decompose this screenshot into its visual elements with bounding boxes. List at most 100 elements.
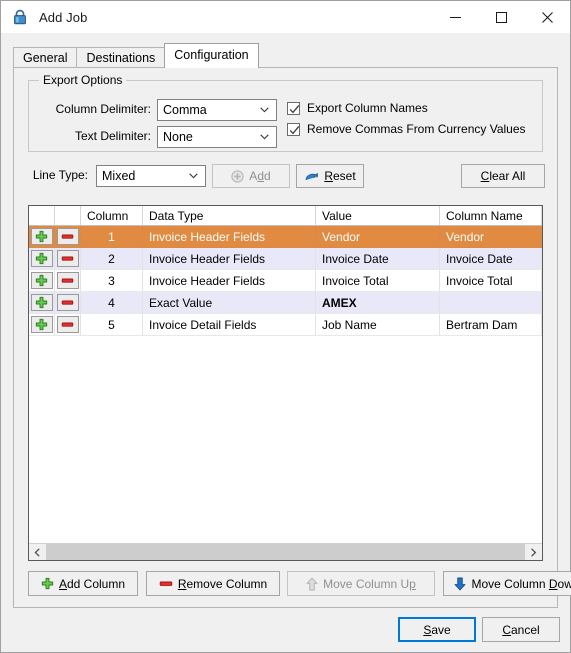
move-column-up-button[interactable]: Move Column Up bbox=[287, 571, 435, 596]
cancel-button[interactable]: Cancel bbox=[482, 617, 560, 642]
export-column-names-checkbox[interactable]: Export Column Names bbox=[287, 101, 428, 115]
cell-value: Job Name bbox=[316, 314, 440, 336]
scroll-left-icon[interactable] bbox=[29, 543, 46, 560]
window-controls bbox=[432, 1, 570, 33]
row-add-button[interactable] bbox=[29, 248, 55, 270]
minus-icon bbox=[56, 294, 79, 311]
scroll-right-icon[interactable] bbox=[525, 543, 542, 560]
remove-column-label: Remove Column bbox=[177, 576, 268, 591]
tab-general[interactable]: General bbox=[13, 47, 78, 68]
cell-column: 2 bbox=[81, 248, 143, 270]
cell-column-name: Invoice Date bbox=[440, 248, 542, 270]
export-options-group: Export Options Column Delimiter: Comma T… bbox=[28, 73, 543, 152]
plus-icon bbox=[30, 228, 53, 245]
row-remove-button[interactable] bbox=[55, 248, 81, 270]
row-add-button[interactable] bbox=[29, 314, 55, 336]
row-add-button[interactable] bbox=[29, 292, 55, 314]
line-type-combo[interactable]: Mixed bbox=[96, 165, 206, 187]
table-row[interactable]: 1 Invoice Header Fields Vendor Vendor bbox=[29, 226, 542, 248]
grid-header-row: Column Data Type Value Column Name bbox=[29, 206, 542, 226]
tab-configuration[interactable]: Configuration bbox=[164, 43, 259, 68]
cell-value: Vendor bbox=[316, 226, 440, 248]
tab-destinations[interactable]: Destinations bbox=[76, 47, 166, 68]
grid-header-add bbox=[29, 206, 55, 225]
reset-button-label: Reset bbox=[324, 169, 356, 183]
cell-column-name bbox=[440, 292, 542, 314]
check-icon bbox=[289, 125, 300, 134]
remove-commas-checkbox[interactable]: Remove Commas From Currency Values bbox=[287, 122, 526, 136]
add-column-label: Add Column bbox=[58, 576, 126, 591]
text-delimiter-combo[interactable]: None bbox=[157, 126, 277, 148]
cell-column: 1 bbox=[81, 226, 143, 248]
column-delimiter-label: Column Delimiter: bbox=[55, 102, 151, 116]
save-button-label: Save bbox=[423, 622, 451, 637]
checkbox-box bbox=[287, 122, 300, 136]
grid-header-data-type[interactable]: Data Type bbox=[143, 206, 316, 225]
move-column-down-button[interactable]: Move Column Down bbox=[443, 571, 571, 596]
table-row[interactable]: 4 Exact Value AMEX bbox=[29, 292, 542, 314]
grid-body: 1 Invoice Header Fields Vendor Vendor 2 … bbox=[29, 226, 542, 543]
chevron-down-icon bbox=[189, 172, 198, 181]
row-remove-button[interactable] bbox=[55, 270, 81, 292]
grid-action-bar: Add Column Remove Column Move Column Up bbox=[28, 571, 571, 597]
lock-icon bbox=[11, 8, 29, 26]
cell-data-type: Invoice Detail Fields bbox=[143, 314, 316, 336]
table-row[interactable]: 3 Invoice Header Fields Invoice Total In… bbox=[29, 270, 542, 292]
chevron-down-icon bbox=[260, 106, 269, 115]
title-bar: Add Job bbox=[1, 1, 570, 33]
cell-column: 5 bbox=[81, 314, 143, 336]
column-delimiter-value: Comma bbox=[163, 103, 207, 117]
reset-arrow-icon bbox=[304, 170, 319, 183]
clear-all-button-label: Clear All bbox=[480, 169, 526, 183]
remove-commas-label: Remove Commas From Currency Values bbox=[307, 122, 526, 136]
row-remove-button[interactable] bbox=[55, 292, 81, 314]
window-title: Add Job bbox=[39, 9, 88, 25]
plus-icon bbox=[30, 250, 53, 267]
row-remove-button[interactable] bbox=[55, 314, 81, 336]
row-add-button[interactable] bbox=[29, 226, 55, 248]
horizontal-scrollbar[interactable] bbox=[29, 543, 542, 560]
columns-grid[interactable]: Column Data Type Value Column Name 1 Inv… bbox=[28, 205, 543, 561]
add-column-button[interactable]: Add Column bbox=[28, 571, 138, 596]
scrollbar-thumb[interactable] bbox=[46, 543, 525, 560]
plus-circle-icon bbox=[231, 169, 244, 183]
move-column-down-label: Move Column Down bbox=[471, 576, 571, 591]
minus-icon bbox=[56, 228, 79, 245]
close-button[interactable] bbox=[524, 1, 570, 33]
configuration-tab-page: Export Options Column Delimiter: Comma T… bbox=[13, 67, 571, 608]
text-delimiter-value: None bbox=[163, 130, 193, 144]
tab-strip: General Destinations Configuration bbox=[13, 43, 558, 68]
row-add-button[interactable] bbox=[29, 270, 55, 292]
export-options-legend: Export Options bbox=[39, 73, 127, 87]
reset-button[interactable]: Reset bbox=[296, 164, 364, 188]
minus-icon bbox=[56, 272, 79, 289]
chevron-down-icon bbox=[260, 133, 269, 142]
cell-column-name: Vendor bbox=[440, 226, 542, 248]
minimize-button[interactable] bbox=[432, 1, 478, 33]
minus-icon bbox=[56, 250, 79, 267]
cell-data-type: Invoice Header Fields bbox=[143, 248, 316, 270]
grid-header-column[interactable]: Column bbox=[81, 206, 143, 225]
line-type-label: Line Type: bbox=[32, 168, 88, 182]
export-column-names-label: Export Column Names bbox=[307, 101, 428, 115]
arrow-down-icon bbox=[454, 577, 466, 591]
cell-data-type: Exact Value bbox=[143, 292, 316, 314]
table-row[interactable]: 2 Invoice Header Fields Invoice Date Inv… bbox=[29, 248, 542, 270]
add-button-label: Add bbox=[249, 169, 271, 183]
table-row[interactable]: 5 Invoice Detail Fields Job Name Bertram… bbox=[29, 314, 542, 336]
cell-column: 4 bbox=[81, 292, 143, 314]
clear-all-button[interactable]: Clear All bbox=[461, 164, 545, 188]
add-job-dialog: Add Job General Destinations Configurati… bbox=[0, 0, 571, 653]
minus-icon bbox=[159, 579, 173, 588]
grid-header-value[interactable]: Value bbox=[316, 206, 440, 225]
cell-column-name: Bertram Dam bbox=[440, 314, 542, 336]
cell-value: Invoice Date bbox=[316, 248, 440, 270]
save-button[interactable]: Save bbox=[398, 617, 476, 642]
row-remove-button[interactable] bbox=[55, 226, 81, 248]
grid-header-remove bbox=[55, 206, 81, 225]
add-button[interactable]: Add bbox=[212, 164, 290, 188]
column-delimiter-combo[interactable]: Comma bbox=[157, 99, 277, 121]
maximize-button[interactable] bbox=[478, 1, 524, 33]
remove-column-button[interactable]: Remove Column bbox=[146, 571, 280, 596]
grid-header-column-name[interactable]: Column Name bbox=[440, 206, 542, 225]
